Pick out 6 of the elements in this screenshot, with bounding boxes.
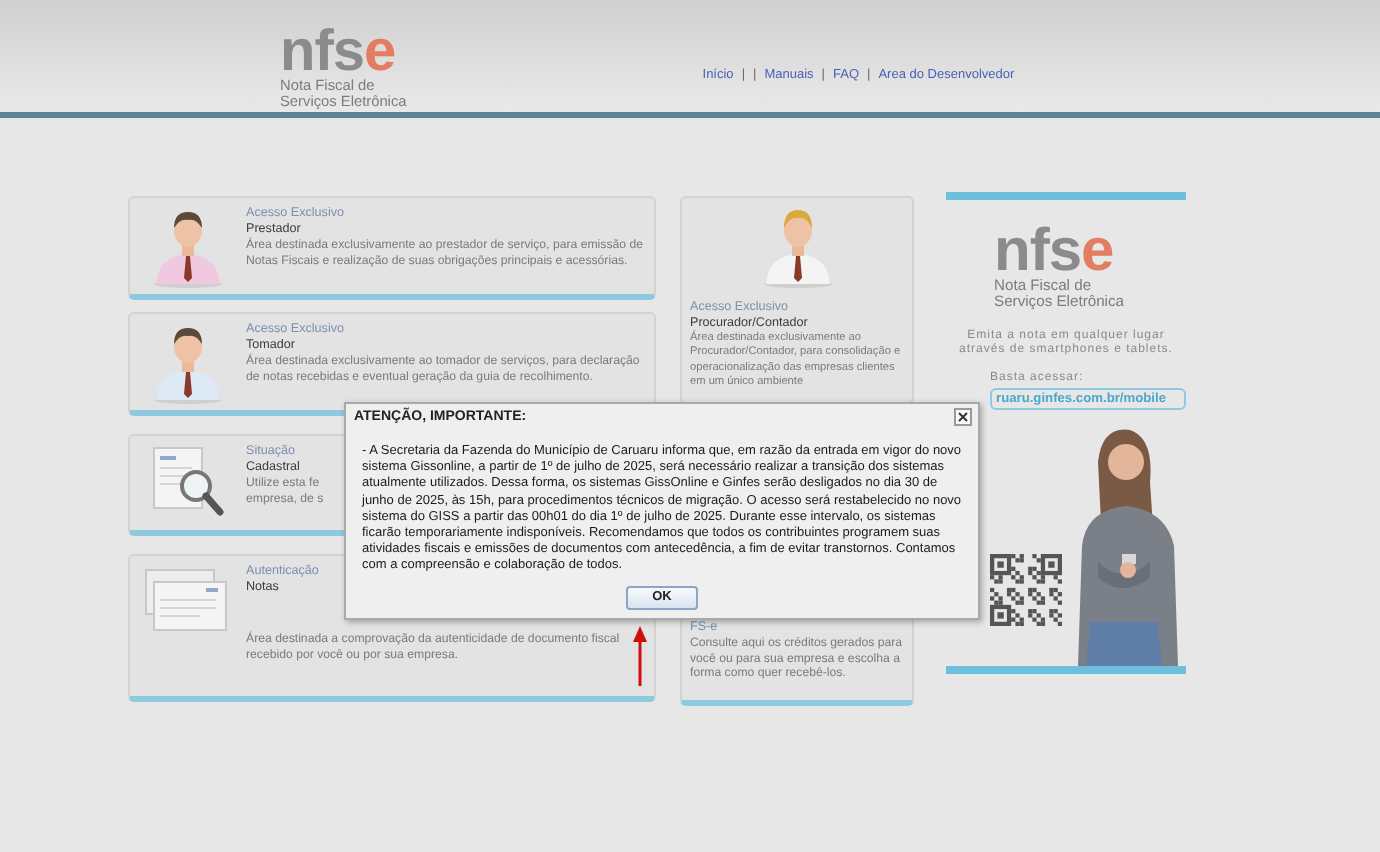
qr-code-icon	[990, 553, 1062, 626]
nfse-logo: nfse	[994, 224, 1116, 278]
nfse-logo: nfse	[280, 26, 398, 79]
magnifier-document-icon	[148, 442, 228, 522]
arrow-icon	[632, 626, 648, 686]
close-button[interactable]	[954, 408, 972, 426]
